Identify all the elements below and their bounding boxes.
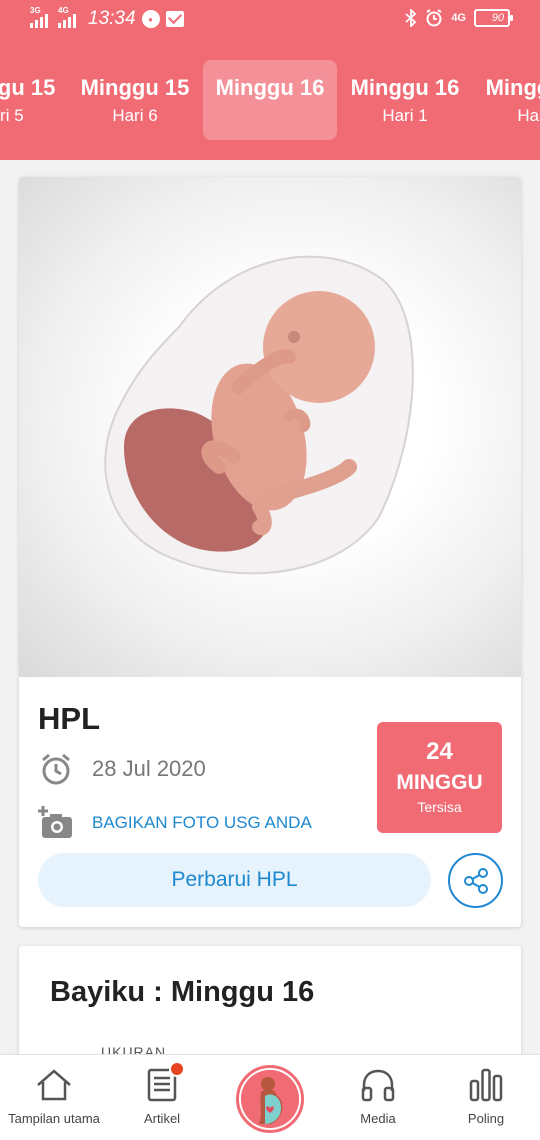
- status-left: 3G 4G 13:34 ●: [30, 6, 184, 30]
- due-date: 28 Jul 2020: [92, 756, 206, 781]
- share-button[interactable]: [448, 853, 503, 908]
- tab-week-label: Minggu 15: [0, 75, 56, 100]
- tab-week[interactable]: Minggu 16 Hari 1: [338, 60, 472, 140]
- tab-week[interactable]: Minggu 15 Hari 6: [68, 60, 202, 140]
- bluetooth-icon: [405, 9, 417, 27]
- tab-week[interactable]: Minggu 16 Hari 2: [473, 60, 540, 140]
- weeks-remaining-unit: MINGGU: [396, 771, 483, 794]
- week-tabs[interactable]: Minggu 15 Hari 5 Minggu 15 Hari 6 Minggu…: [0, 44, 540, 160]
- status-right: 4G 90: [405, 9, 513, 27]
- due-date-row: 28 Jul 2020: [38, 751, 206, 787]
- hpl-card: HPL 28 Jul 2020 BAGIKAN FOTO USG ANDA 24…: [19, 177, 521, 927]
- signal-icon: 3G: [30, 6, 52, 28]
- status-bar: 3G 4G 13:34 ● 4G 90: [0, 0, 540, 44]
- hpl-title: HPL: [38, 701, 100, 736]
- network-type: 4G: [451, 12, 466, 24]
- tab-day-label: Hari 1: [382, 106, 428, 125]
- tab-week[interactable]: Minggu 15 Hari 5: [0, 60, 68, 140]
- nav-poll-label: Poling: [467, 1111, 505, 1126]
- weeks-remaining-badge: 24 MINGGU Tersisa: [377, 722, 502, 833]
- tab-day-label: Hari 5: [0, 106, 24, 125]
- nav-articles[interactable]: Artikel: [108, 1061, 216, 1126]
- headphones-icon: [361, 1069, 395, 1102]
- battery-icon: 90: [474, 9, 513, 27]
- status-time: 13:34: [88, 8, 136, 29]
- nav-media-label: Media: [360, 1111, 396, 1126]
- nav-articles-label: Artikel: [143, 1111, 181, 1126]
- clock-icon: [42, 753, 70, 785]
- share-photo-row[interactable]: BAGIKAN FOTO USG ANDA: [38, 805, 312, 841]
- baby-card-title: Bayiku : Minggu 16: [50, 976, 315, 1008]
- notification-badge: [169, 1061, 185, 1077]
- app-notification-icon: ●: [141, 10, 160, 28]
- home-icon: [37, 1069, 71, 1101]
- pregnancy-center-button[interactable]: [236, 1065, 304, 1133]
- tab-week-active[interactable]: Minggu 16: [203, 60, 337, 140]
- nav-media[interactable]: Media: [324, 1067, 432, 1126]
- update-hpl-button[interactable]: Perbarui HPL: [38, 853, 431, 907]
- alarm-icon: [426, 9, 442, 27]
- share-icon: [463, 867, 488, 894]
- tab-week-label: Minggu 16: [485, 75, 540, 100]
- weeks-remaining-suffix: Tersisa: [417, 799, 462, 815]
- pregnancy-icon: [241, 1070, 299, 1128]
- signal-icon: 4G: [58, 6, 80, 28]
- tab-week-label: Minggu 15: [80, 75, 190, 100]
- nav-home[interactable]: Tampilan utama: [0, 1067, 108, 1126]
- nav-poll[interactable]: Poling: [432, 1067, 540, 1126]
- add-photo-icon: [38, 806, 72, 838]
- nav-home-label: Tampilan utama: [8, 1111, 100, 1126]
- weeks-remaining-number: 24: [426, 738, 453, 765]
- bottom-navigation: Tampilan utama Artikel Media Poling: [0, 1054, 540, 1140]
- tab-day-label: Hari 6: [112, 106, 158, 125]
- share-photo-link[interactable]: BAGIKAN FOTO USG ANDA: [92, 813, 312, 833]
- tab-week-label: Minggu 16: [215, 75, 325, 100]
- mail-icon: [165, 11, 184, 27]
- tab-week-label: Minggu 16: [350, 75, 460, 100]
- tab-day-label: Hari 2: [517, 106, 540, 125]
- poll-icon: [469, 1068, 503, 1102]
- fetus-illustration: [19, 177, 521, 677]
